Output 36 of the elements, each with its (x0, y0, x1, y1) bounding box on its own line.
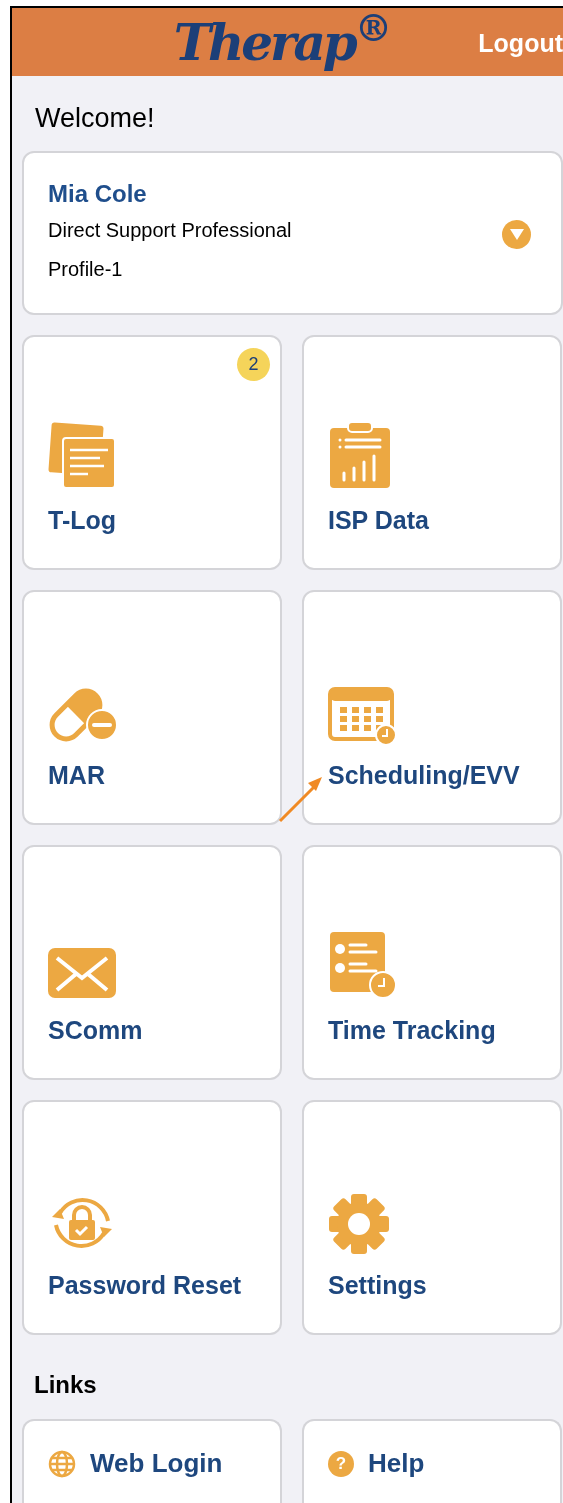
user-name: Mia Cole (48, 178, 148, 209)
tile-label: Scheduling/EVV (328, 760, 521, 791)
menu-tile[interactable]: SComm (22, 844, 282, 1080)
profile-card[interactable]: Mia Cole Direct Support Professional Profile-1 (22, 150, 563, 315)
tile-label: MAR (48, 760, 106, 791)
menu-tile[interactable]: Time Tracking (302, 844, 562, 1080)
tile-label: Settings (328, 1270, 428, 1301)
tile-label: ISP Data (328, 505, 430, 536)
links-heading: Links (34, 1369, 98, 1400)
welcome-heading: Welcome! (35, 102, 156, 135)
menu-tile[interactable]: Settings (302, 1099, 562, 1335)
clipboard-chart-icon (328, 420, 392, 490)
menu-tile[interactable]: Password Reset (22, 1099, 282, 1335)
menu-tile[interactable]: MAR (22, 589, 282, 825)
link-card[interactable]: ? Help (302, 1418, 562, 1503)
checklist-clock-icon (328, 930, 398, 1000)
user-role: Direct Support Professional (48, 217, 292, 243)
profile-label: Profile-1 (48, 256, 124, 282)
notes-icon (48, 422, 116, 490)
menu-tile[interactable]: ISP Data (302, 334, 562, 570)
arrow-annotation (278, 774, 324, 823)
settings-icon (328, 1193, 390, 1255)
tile-label: T-Log (48, 505, 118, 536)
tile-label: Password Reset (48, 1270, 243, 1301)
menu-tile[interactable]: Scheduling/EVV (302, 589, 562, 825)
help-icon: ? (328, 1450, 354, 1477)
envelope-icon (48, 948, 116, 1000)
globe-icon (48, 1449, 76, 1478)
dropdown-icon[interactable] (502, 219, 531, 249)
count-badge: 2 (237, 347, 270, 381)
calendar-icon (328, 687, 398, 745)
tile-label: Time Tracking (328, 1015, 497, 1046)
link-card[interactable]: Web Login (22, 1418, 282, 1503)
tile-label: SComm (48, 1015, 144, 1046)
logo: Therap$^{®}$ (173, 4, 390, 74)
menu-tile[interactable]: 2 T-Log (22, 334, 282, 570)
